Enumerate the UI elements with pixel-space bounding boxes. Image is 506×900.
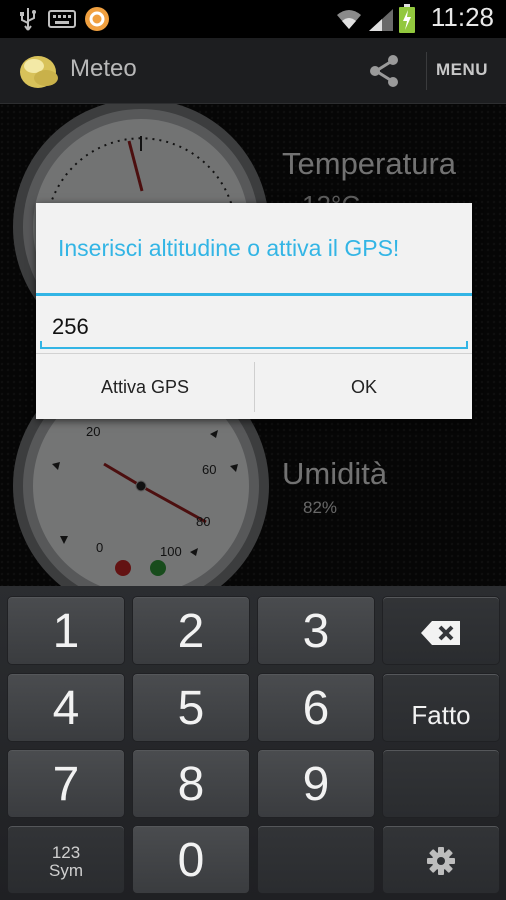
symbols-key[interactable]: 123 Sym <box>7 825 125 894</box>
activate-gps-button[interactable]: Attiva GPS <box>36 354 254 420</box>
key-2[interactable]: 2 <box>132 596 250 665</box>
menu-button[interactable]: MENU <box>436 60 488 80</box>
battery-charging-icon <box>399 4 415 33</box>
key-3[interactable]: 3 <box>257 596 375 665</box>
key-6[interactable]: 6 <box>257 673 375 742</box>
dialog-title-divider <box>36 293 472 296</box>
ok-button[interactable]: OK <box>255 354 473 420</box>
keyboard-icon <box>48 10 76 28</box>
status-time: 11:28 <box>430 2 494 32</box>
input-left-edge <box>40 341 42 349</box>
key-8[interactable]: 8 <box>132 749 250 818</box>
key-0[interactable]: 0 <box>132 825 250 894</box>
share-icon[interactable] <box>362 50 406 92</box>
done-key[interactable]: Fatto <box>382 673 500 742</box>
app-title: Meteo <box>70 55 137 82</box>
signal-icon <box>369 9 393 31</box>
keyboard-settings-key[interactable] <box>382 825 500 894</box>
symbols-key-line2: Sym <box>49 861 83 880</box>
numeric-keyboard: 1 2 3 4 5 6 Fatto 7 8 9 123 Sym 0 <box>0 586 506 900</box>
empty-key-2 <box>257 825 375 894</box>
usb-icon <box>20 8 36 31</box>
wifi-icon <box>337 10 361 29</box>
app-notification-icon <box>85 7 109 31</box>
input-right-edge <box>466 341 468 349</box>
dialog-button-bar: Attiva GPS OK <box>36 353 472 419</box>
altitude-dialog: Inserisci altitudine o attiva il GPS! At… <box>36 203 472 419</box>
key-1[interactable]: 1 <box>7 596 125 665</box>
backspace-key[interactable] <box>382 596 500 665</box>
altitude-input[interactable] <box>40 307 468 349</box>
status-bar: 11:28 <box>0 0 506 38</box>
key-9[interactable]: 9 <box>257 749 375 818</box>
backspace-icon <box>421 621 460 645</box>
action-bar: Meteo MENU <box>0 38 506 104</box>
symbols-key-line1: 123 <box>51 843 81 862</box>
key-7[interactable]: 7 <box>7 749 125 818</box>
done-key-label: Fatto <box>411 700 471 730</box>
action-bar-divider <box>426 52 427 90</box>
empty-key <box>382 749 500 818</box>
app-logo-icon <box>20 56 58 88</box>
symbols-key-label: 123 Sym <box>49 844 83 880</box>
key-4[interactable]: 4 <box>7 673 125 742</box>
settings-gear-icon <box>427 847 455 875</box>
dialog-title: Inserisci altitudine o attiva il GPS! <box>58 235 400 261</box>
key-5[interactable]: 5 <box>132 673 250 742</box>
